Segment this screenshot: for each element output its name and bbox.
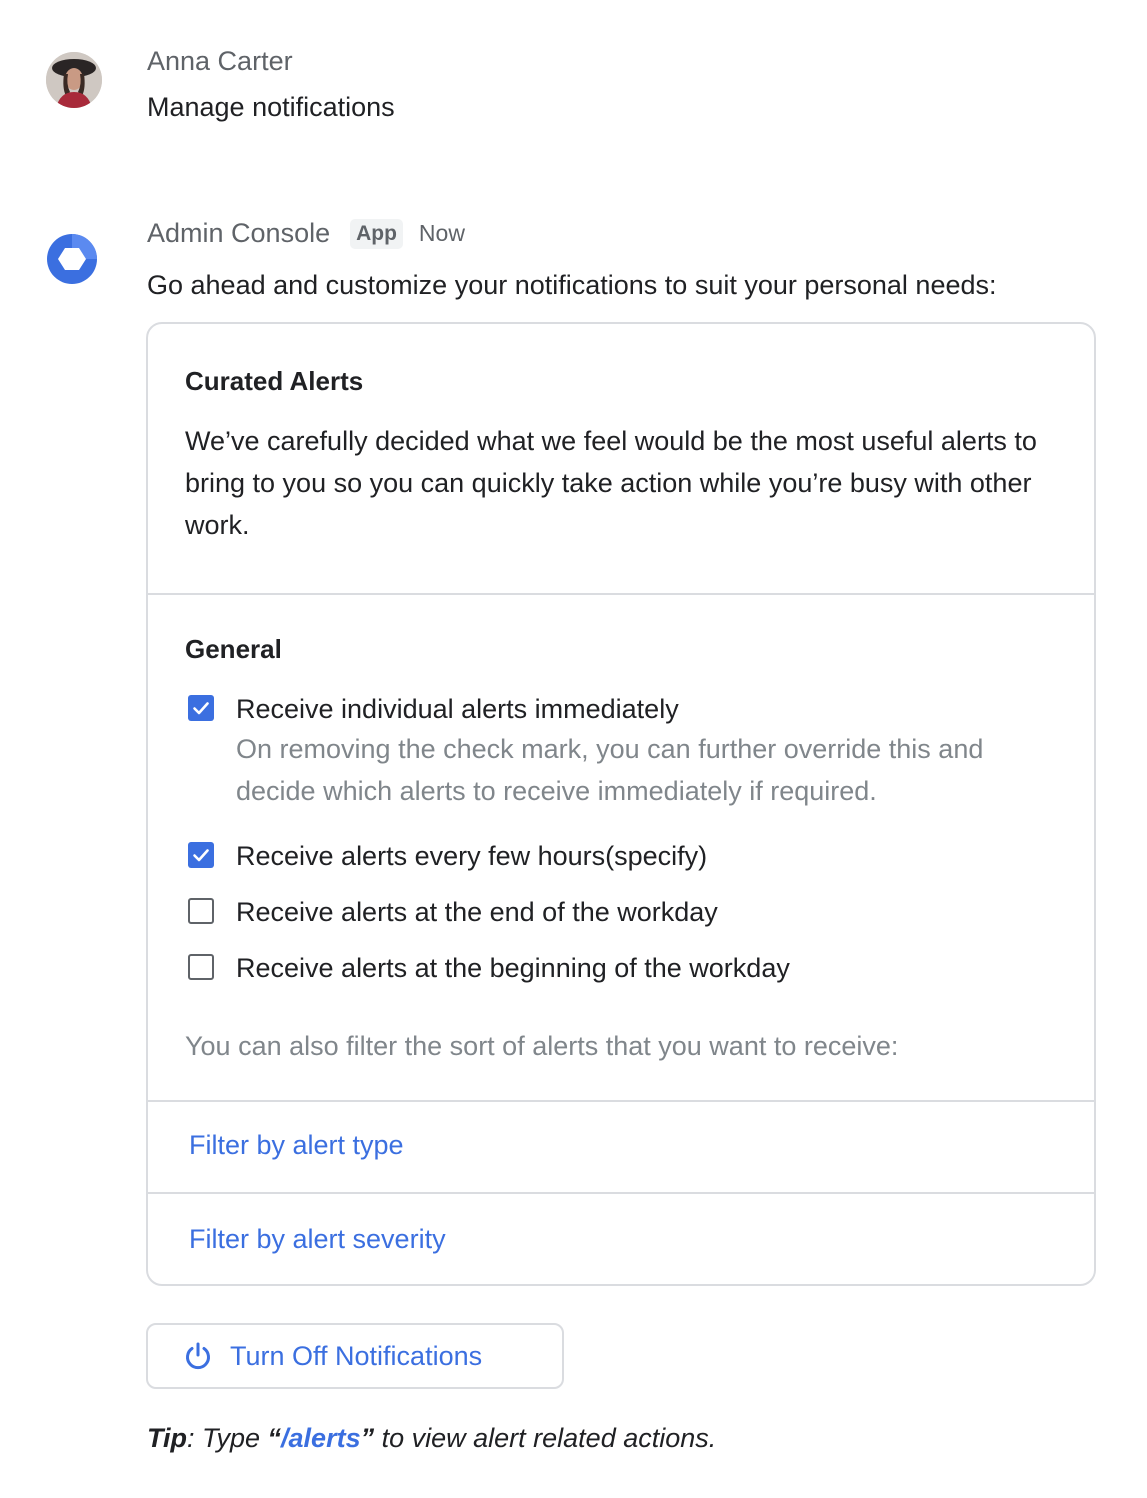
tip-text-after: to view alert related actions. [374, 1423, 717, 1453]
curated-alerts-description: We’ve carefully decided what we feel wou… [185, 426, 1037, 540]
option-label: Receive individual alerts immediately [236, 694, 679, 724]
tip-text: Tip: Type “/alerts” to view alert relate… [147, 1423, 716, 1454]
admin-console-logo-icon [46, 233, 98, 285]
checkbox-unchecked[interactable] [188, 954, 214, 980]
tip-command[interactable]: /alerts [281, 1423, 361, 1453]
notification-settings-card: Curated Alerts We’ve carefully decided w… [146, 322, 1096, 1286]
tip-prefix: Tip [147, 1423, 187, 1453]
option-beginning-of-workday[interactable]: Receive alerts at the beginning of the w… [188, 951, 790, 985]
app-name: Admin Console [147, 218, 331, 248]
option-label: Receive alerts at the beginning of the w… [236, 953, 790, 983]
general-title: General [185, 634, 282, 664]
checkbox-checked[interactable] [188, 842, 214, 868]
power-icon [182, 1340, 214, 1372]
app-badge: App [350, 218, 403, 249]
checkbox-checked[interactable] [188, 695, 214, 721]
checkbox-unchecked[interactable] [188, 898, 214, 924]
filter-alert-severity-row[interactable]: Filter by alert severity [148, 1194, 1094, 1284]
option-label: Receive alerts at the end of the workday [236, 897, 718, 927]
option-individual-alerts[interactable]: Receive individual alerts immediately On… [188, 692, 1036, 812]
option-help-text: On removing the check mark, you can furt… [236, 734, 984, 806]
general-section: General Receive individual alerts immedi… [148, 595, 1094, 1102]
curated-alerts-section: Curated Alerts We’ve carefully decided w… [148, 324, 1094, 595]
tip-text-before: : Type [187, 1423, 268, 1453]
option-end-of-workday[interactable]: Receive alerts at the end of the workday [188, 895, 718, 929]
checkmark-icon [193, 702, 209, 715]
filter-note: You can also filter the sort of alerts t… [185, 1031, 899, 1061]
app-header: Admin Console App Now [147, 218, 465, 249]
sender-name: Anna Carter [147, 46, 293, 76]
option-label: Receive alerts every few hours(specify) [236, 841, 708, 871]
filter-by-alert-severity-link[interactable]: Filter by alert severity [189, 1224, 446, 1255]
curated-alerts-title: Curated Alerts [185, 366, 364, 396]
intro-text: Go ahead and customize your notification… [147, 270, 997, 300]
tip-close-quote: ” [360, 1423, 375, 1453]
user-avatar [46, 52, 102, 108]
message-time: Now [418, 220, 465, 246]
filter-by-alert-type-link[interactable]: Filter by alert type [189, 1130, 404, 1161]
checkmark-icon [193, 849, 209, 862]
turn-off-notifications-label: Turn Off Notifications [230, 1340, 483, 1371]
tip-open-quote: “ [267, 1423, 282, 1453]
option-every-few-hours[interactable]: Receive alerts every few hours(specify) [188, 839, 707, 873]
filter-alert-type-row[interactable]: Filter by alert type [148, 1102, 1094, 1194]
turn-off-notifications-button[interactable]: Turn Off Notifications [146, 1323, 564, 1389]
user-message: Manage notifications [147, 92, 395, 122]
